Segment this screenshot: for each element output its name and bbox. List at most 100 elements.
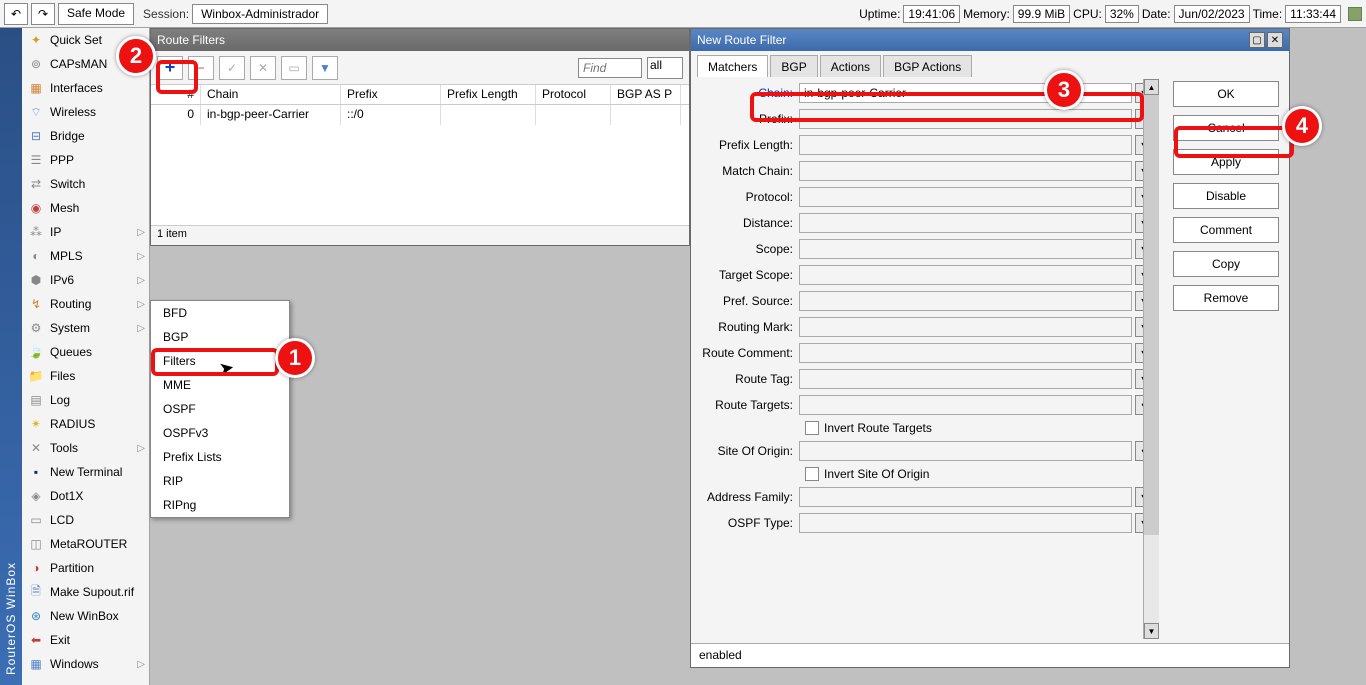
sidebar-item-mpls[interactable]: ◐MPLS▷ [22,244,149,268]
disable-window-button[interactable]: Disable [1173,183,1279,209]
all-dropdown[interactable]: all [647,57,683,79]
comment-toolbar-button[interactable]: ▭ [281,56,307,80]
col-chain[interactable]: Chain [201,85,341,104]
sidebar-item-log[interactable]: ▤Log [22,388,149,412]
sidebar-item-radius[interactable]: ✴RADIUS [22,412,149,436]
remove-window-button[interactable]: Remove [1173,285,1279,311]
col-proto[interactable]: Protocol [536,85,611,104]
sidebar-item-label: Interfaces [50,81,103,95]
tab-actions[interactable]: Actions [820,55,881,78]
scroll-down-icon[interactable]: ▼ [1144,623,1159,639]
sidebar-item-bridge[interactable]: ⊟Bridge [22,124,149,148]
redo-button[interactable]: ↷ [31,3,55,25]
scope-input[interactable] [799,239,1132,259]
remove-button[interactable]: − [188,56,214,80]
sidebar-item-ppp[interactable]: ☰PPP [22,148,149,172]
sidebar-item-system[interactable]: ⚙System▷ [22,316,149,340]
sidebar-item-switch[interactable]: ⇄Switch [22,172,149,196]
sidebar-item-exit[interactable]: ⬅Exit [22,628,149,652]
sidebar-item-interfaces[interactable]: ▦Interfaces [22,76,149,100]
close-button[interactable]: ✕ [1267,32,1283,48]
col-prefix[interactable]: Prefix [341,85,441,104]
submenu-item-ospf[interactable]: OSPF [151,397,289,421]
prefix-input[interactable] [799,109,1132,129]
route-filters-window: Route Filters + − ✓ ✕ ▭ ▼ all # Chain Pr… [150,28,690,246]
cell-plen [441,105,536,125]
date-label: Date: [1142,7,1171,21]
sidebar-item-wireless[interactable]: ⌔Wireless [22,100,149,124]
copy-button[interactable]: Copy [1173,251,1279,277]
sidebar-item-lcd[interactable]: ▭LCD [22,508,149,532]
sidebar-item-partition[interactable]: ◑Partition [22,556,149,580]
disable-button[interactable]: ✕ [250,56,276,80]
target-scope-input[interactable] [799,265,1132,285]
find-input[interactable] [578,58,642,78]
safe-mode-button[interactable]: Safe Mode [58,3,134,25]
submenu-item-bfd[interactable]: BFD [151,301,289,325]
pref-source-input[interactable] [799,291,1132,311]
sidebar-item-routing[interactable]: ↯Routing▷ [22,292,149,316]
invert-site-checkbox[interactable] [805,467,819,481]
filter-toolbar-button[interactable]: ▼ [312,56,338,80]
cancel-button[interactable]: Cancel [1173,115,1279,141]
add-button[interactable]: + [157,56,183,80]
prefix-length-input[interactable] [799,135,1132,155]
route-tag-input[interactable] [799,369,1132,389]
form-scrollbar[interactable]: ▲ ▼ [1143,79,1159,639]
sidebar-item-label: Files [50,369,75,383]
table-row[interactable]: 0 in-bgp-peer-Carrier ::/0 [151,105,689,125]
sidebar-item-files[interactable]: 📁 Files [22,364,149,388]
submenu-item-ripng[interactable]: RIPng [151,493,289,517]
sidebar-item-new-winbox[interactable]: ⊛New WinBox [22,604,149,628]
route-comment-input[interactable] [799,343,1132,363]
submenu-item-rip[interactable]: RIP [151,469,289,493]
col-idx[interactable]: # [151,85,201,104]
scroll-up-icon[interactable]: ▲ [1144,79,1159,95]
tab-bgp-actions[interactable]: BGP Actions [883,55,972,78]
sidebar-item-queues[interactable]: 🍃Queues [22,340,149,364]
route-targets-input[interactable] [799,395,1132,415]
undo-button[interactable]: ↶ [4,3,28,25]
route-filters-toolbar: + − ✓ ✕ ▭ ▼ all [151,51,689,85]
address-family-input[interactable] [799,487,1132,507]
sidebar-item-label: PPP [50,153,74,167]
apply-button[interactable]: Apply [1173,149,1279,175]
enable-button[interactable]: ✓ [219,56,245,80]
ospf-type-input[interactable] [799,513,1132,533]
site-of-origin-label: Site Of Origin: [695,444,799,458]
scroll-thumb[interactable] [1144,95,1159,535]
memory-label: Memory: [963,7,1010,21]
submenu-arrow-icon: ▷ [137,659,145,670]
comment-button[interactable]: Comment [1173,217,1279,243]
invert-route-targets-checkbox[interactable] [805,421,819,435]
sidebar-item-tools[interactable]: ✕Tools▷ [22,436,149,460]
submenu-arrow-icon: ▷ [137,299,145,310]
sidebar-item-ip[interactable]: ⁂IP▷ [22,220,149,244]
submenu-item-bgp[interactable]: BGP [151,325,289,349]
sidebar-item-ipv6[interactable]: ⬢IPv6▷ [22,268,149,292]
invert-site-label: Invert Site Of Origin [824,467,929,481]
routing-mark-input[interactable] [799,317,1132,337]
submenu-item-prefix-lists[interactable]: Prefix Lists [151,445,289,469]
col-bgp[interactable]: BGP AS P [611,85,681,104]
sidebar-item-mesh[interactable]: ◉Mesh [22,196,149,220]
time-label: Time: [1253,7,1283,21]
files-icon: 📁 [28,368,44,384]
sidebar-item-new-terminal[interactable]: ▪New Terminal [22,460,149,484]
sidebar-item-metarouter[interactable]: ◫MetaROUTER [22,532,149,556]
sidebar-item-make-supout-rif[interactable]: 🗎Make Supout.rif [22,580,149,604]
site-of-origin-input[interactable] [799,441,1132,461]
protocol-input[interactable] [799,187,1132,207]
tab-bgp[interactable]: BGP [770,55,817,78]
col-plen[interactable]: Prefix Length [441,85,536,104]
minimize-button[interactable]: ▢ [1249,32,1265,48]
sidebar-item-label: New Terminal [50,465,122,479]
ok-button[interactable]: OK [1173,81,1279,107]
match-chain-input[interactable] [799,161,1132,181]
tab-matchers[interactable]: Matchers [697,55,768,78]
distance-input[interactable] [799,213,1132,233]
sidebar-item-windows[interactable]: ▦Windows▷ [22,652,149,676]
distance-label: Distance: [695,216,799,230]
submenu-item-ospfv3[interactable]: OSPFv3 [151,421,289,445]
sidebar-item-dot1x[interactable]: ◈Dot1X [22,484,149,508]
